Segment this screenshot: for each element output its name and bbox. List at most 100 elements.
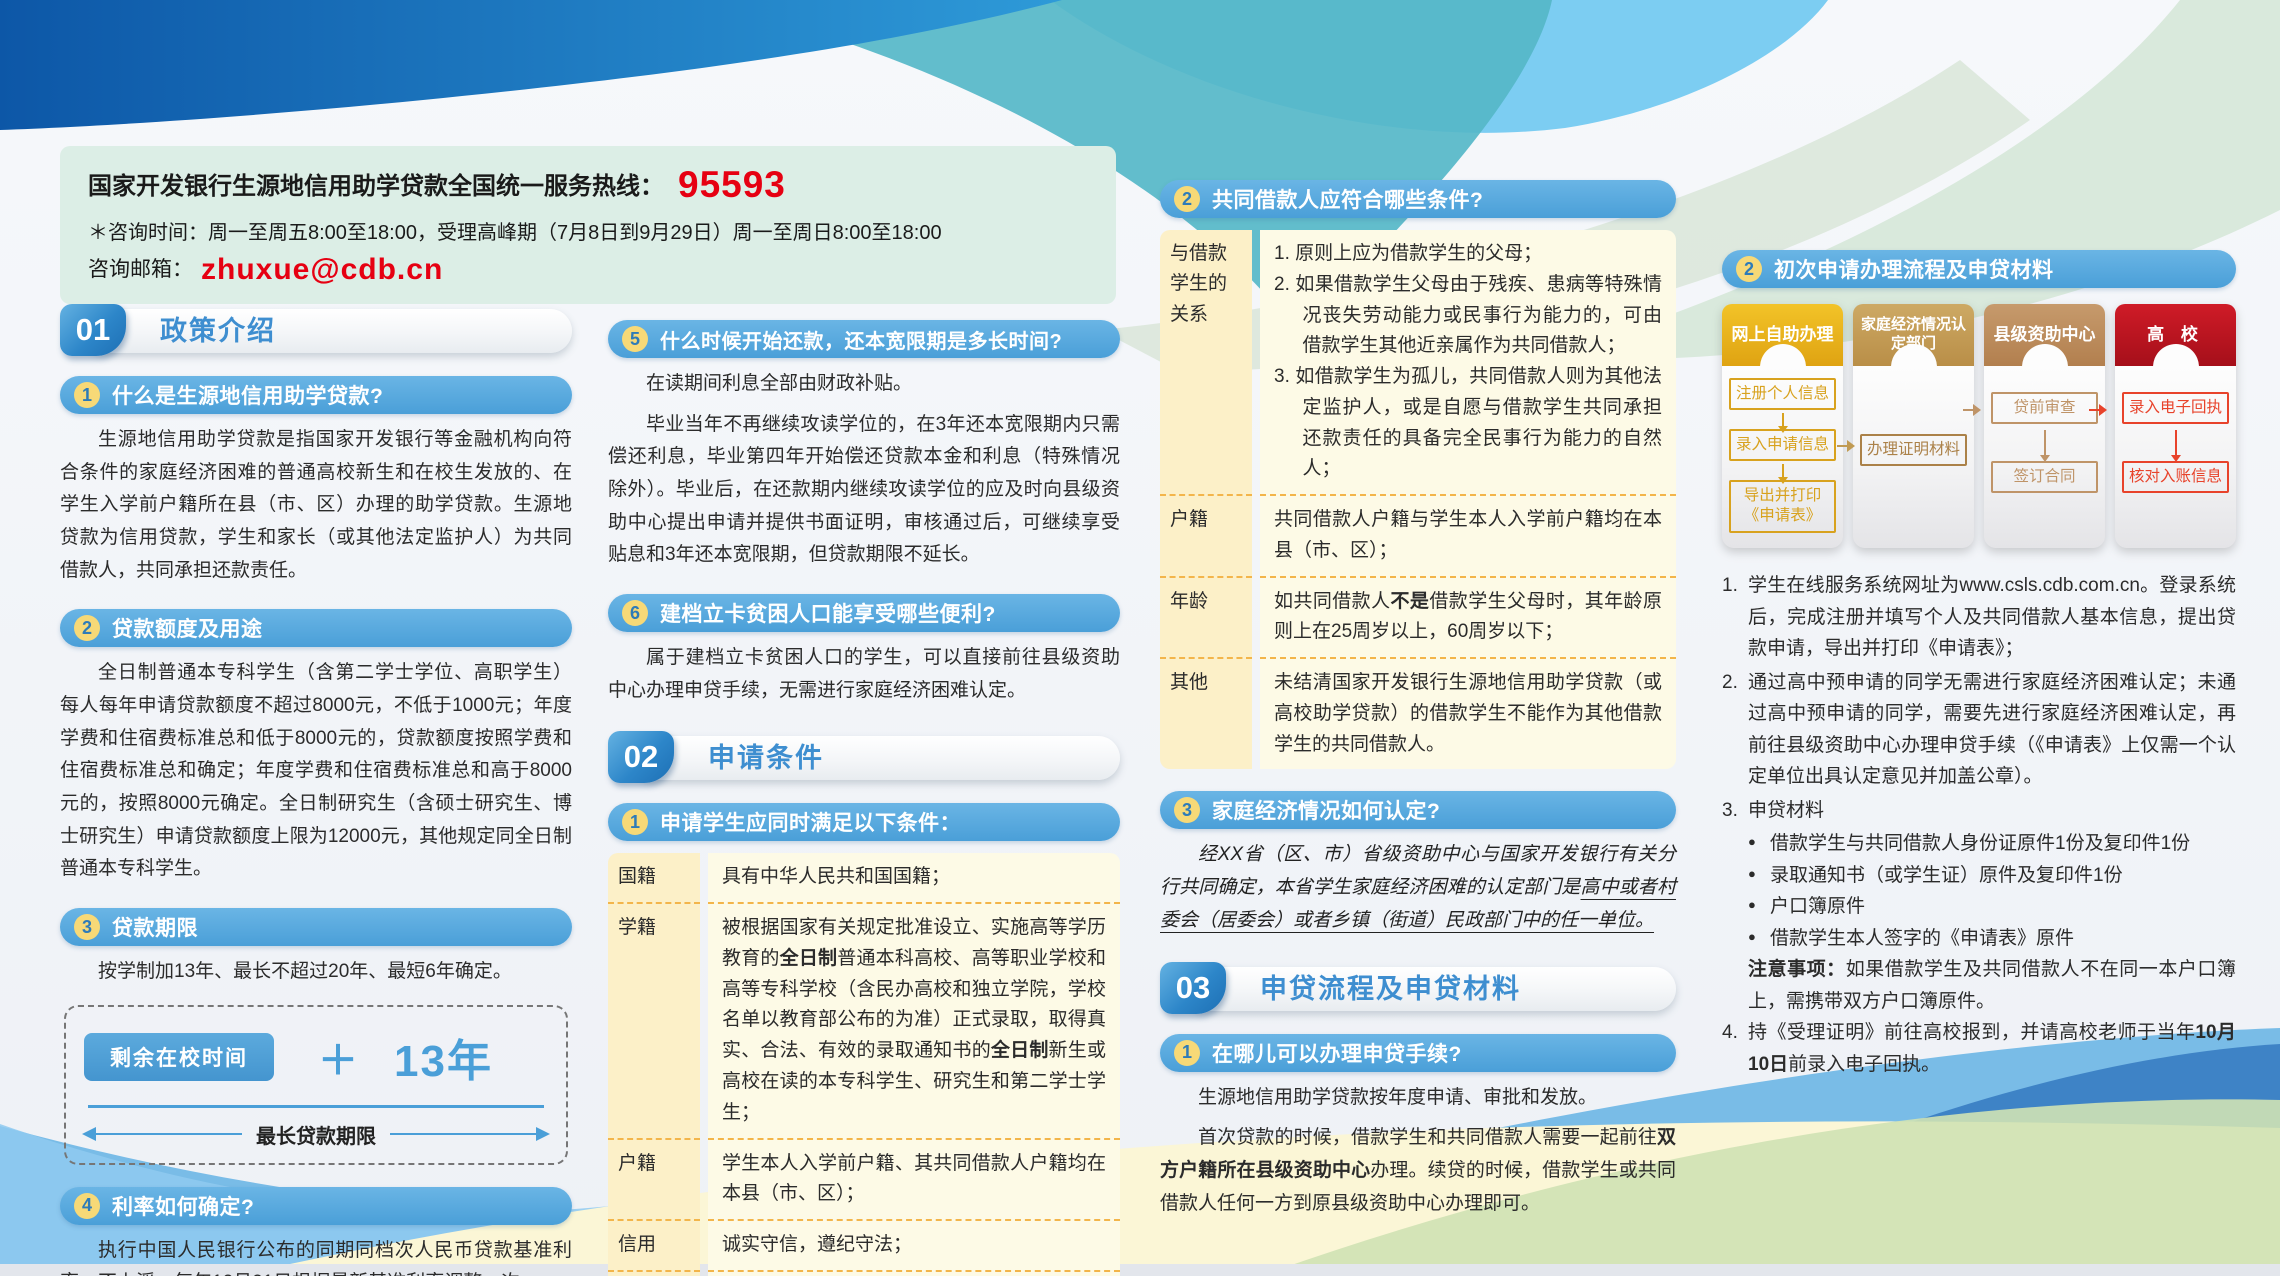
item-number: 1. — [1722, 570, 1748, 665]
question-header-poverty-card: 6 建档立卡贫困人口能享受哪些便利? — [608, 594, 1120, 632]
question-number-badge: 6 — [622, 600, 648, 626]
table-row: 其他 未结清国家开发银行生源地信用助学贷款（或高校助学贷款）的借款学生不能作为其… — [1160, 657, 1676, 769]
question-number-badge: 1 — [1174, 1040, 1200, 1066]
flow-card-university: 高 校 录入电子回执 核对入账信息 — [2115, 304, 2236, 548]
row-label: 年龄 — [1160, 576, 1252, 658]
right-arrow — [390, 1133, 548, 1135]
paragraph-what-is-loan: 生源地信用助学贷款是指国家开发银行等金融机构向符合条件的家庭经济困难的普通高校新… — [60, 424, 572, 587]
question-number-badge: 3 — [74, 914, 100, 940]
question-number-badge: 2 — [1174, 186, 1200, 212]
email-label: 咨询邮箱： — [88, 258, 193, 281]
question-number-badge: 3 — [1174, 797, 1200, 823]
question-number-badge: 4 — [74, 1193, 100, 1219]
section-header-03: 申贷流程及申贷材料 03 — [1160, 964, 1676, 1012]
right-arrow-icon — [2089, 404, 2107, 416]
cosigner-conditions-table: 与借款学生的关系 1. 原则上应为借款学生的父母； 2. 如果借款学生父母由于残… — [1160, 230, 1676, 769]
row-label: 学籍 — [608, 902, 700, 1137]
question-title: 贷款额度及用途 — [112, 613, 263, 643]
question-number-badge: 1 — [74, 382, 100, 408]
flow-card-header: 高 校 — [2115, 304, 2236, 366]
numbered-item-1: 1. 学生在线服务系统网址为www.csls.cdb.com.cn。登录系统后，… — [1722, 570, 2236, 665]
loan-term-formula: 剩余在校时间 ＋ 13年 — [84, 1025, 548, 1089]
table-row: 与借款学生的关系 1. 原则上应为借款学生的父母； 2. 如果借款学生父母由于残… — [1160, 230, 1676, 494]
paragraph-poverty-card: 属于建档立卡贫困人口的学生，可以直接前往县级资助中心办理申贷手续，无需进行家庭经… — [608, 642, 1120, 707]
flow-card-body: 办理证明材料 — [1853, 366, 1974, 548]
paragraph-interest-rate: 执行中国人民银行公布的同期同档次人民币贷款基准利率，不上浮。每年12月21日根据… — [60, 1235, 572, 1276]
question-header-family-assessment: 3 家庭经济情况如何认定? — [1160, 791, 1676, 829]
section-header-02: 申请条件 02 — [608, 733, 1120, 781]
paragraph-family-assessment: 经XX省（区、市）省级资助中心与国家开发银行有关分行共同确定，本省学生家庭经济困… — [1160, 839, 1676, 937]
question-header-repayment: 5 什么时候开始还款，还本宽限期是多长时间? — [608, 320, 1120, 358]
table-row: 年龄 如共同借款人不是借款学生父母时，其年龄原则上在25周岁以上，60周岁以下； — [1160, 576, 1676, 658]
question-header-student-conditions: 1 申请学生应同时满足以下条件： — [608, 803, 1120, 841]
section-number-badge: 03 — [1160, 962, 1226, 1014]
column-cosigner-process: 2 共同借款人应符合哪些条件? 与借款学生的关系 1. 原则上应为借款学生的父母… — [1160, 180, 1676, 1236]
flow-card-header: 网上自助办理 — [1722, 304, 1843, 366]
item-number: 3. — [1722, 795, 1748, 827]
column-first-application: 2 初次申请办理流程及申贷材料 网上自助办理 注册个人信息 录入申请信息 导出并… — [1722, 250, 2236, 1083]
flow-step: 录入申请信息 — [1729, 429, 1836, 461]
max-term-axis: 最长贷款期限 — [84, 1120, 548, 1149]
row-value: 被根据国家有关规定批准设立、实施高等学历教育的全日制普通本科高校、高等职业学校和… — [708, 902, 1120, 1137]
hotline-label: 国家开发银行生源地信用助学贷款全国统一服务热线： — [88, 173, 664, 200]
flow-step: 核对入账信息 — [2122, 461, 2229, 493]
text-segment: 首次贷款的时候，借款学生和共同借款人需要一起前往 — [1198, 1127, 1657, 1148]
bullet-item: ● 录取通知书（或学生证）原件及复印件1份 — [1722, 860, 2236, 892]
list-item: 1. 原则上应为借款学生的父母； — [1274, 239, 1662, 270]
note-line: 注意事项：如果借款学生及共同借款人不在同一本户口簿上，需携带双方户口簿原件。 — [1722, 954, 2236, 1017]
text-segment: 持《受理证明》前往高校报到，并请高校老师于当年 — [1748, 1022, 2195, 1043]
row-label: 户籍 — [1160, 494, 1252, 576]
hotline-hours: ＊咨询时间：周一至周五8:00至18:00，受理高峰期（7月8日到9月29日）周… — [88, 216, 1088, 245]
remaining-school-time-chip: 剩余在校时间 — [84, 1033, 274, 1081]
axis-label: 最长贷款期限 — [256, 1120, 376, 1149]
bullet-text: 借款学生与共同借款人身份证原件1份及复印件1份 — [1770, 828, 2190, 860]
flow-card-body: 录入电子回执 核对入账信息 — [2115, 366, 2236, 548]
bullet-icon: ● — [1748, 891, 1770, 923]
bullet-text: 录取通知书（或学生证）原件及复印件1份 — [1770, 860, 2123, 892]
row-value: 诚实守信，遵纪守法； — [708, 1219, 1120, 1270]
question-title: 贷款期限 — [112, 912, 198, 942]
table-row: 家庭情况 经有权部门认定，家庭经济困难，家庭经济收入不足以支付学生在校期间完成学… — [608, 1270, 1120, 1276]
item-text: 持《受理证明》前往高校报到，并请高校老师于当年10月10日前录入电子回执。 — [1748, 1017, 2236, 1080]
section-title: 政策介绍 — [86, 309, 572, 353]
question-number-badge: 2 — [1736, 256, 1762, 282]
thirteen-years-value: 13年 — [394, 1025, 493, 1089]
row-value: 未结清国家开发银行生源地信用助学贷款（或高校助学贷款）的借款学生不能作为其他借款… — [1260, 657, 1676, 769]
flow-card-body: 注册个人信息 录入申请信息 导出并打印《申请表》 — [1722, 366, 1843, 548]
bullet-icon: ● — [1748, 923, 1770, 955]
question-title: 什么时候开始还款，还本宽限期是多长时间? — [660, 325, 1062, 354]
section-title: 申贷流程及申贷材料 — [1186, 967, 1676, 1011]
loan-term-diagram: 剩余在校时间 ＋ 13年 最长贷款期限 — [64, 1005, 568, 1165]
table-row: 国籍 具有中华人民共和国国籍； — [608, 853, 1120, 902]
row-value: 学生本人入学前户籍、其共同借款人户籍均在本县（市、区）； — [708, 1138, 1120, 1220]
bullet-item: ● 借款学生与共同借款人身份证原件1份及复印件1份 — [1722, 828, 2236, 860]
item-text: 通过高中预申请的同学无需进行家庭经济困难认定；未通过高中预申请的同学，需要先进行… — [1748, 667, 2236, 793]
row-label: 家庭情况 — [608, 1270, 700, 1276]
email-address: zhuxue@cdb.cn — [201, 253, 443, 286]
question-title: 家庭经济情况如何认定? — [1212, 795, 1440, 825]
question-header-loan-term: 3 贷款期限 — [60, 908, 572, 946]
numbered-item-3: 3. 申贷材料 — [1722, 795, 2236, 827]
question-header-where-to-apply: 1 在哪儿可以办理申贷手续? — [1160, 1034, 1676, 1072]
question-header-first-application: 2 初次申请办理流程及申贷材料 — [1722, 250, 2236, 288]
section-number-badge: 01 — [60, 304, 126, 356]
question-header-cosigner-conditions: 2 共同借款人应符合哪些条件? — [1160, 180, 1676, 218]
hotline-email-line: 咨询邮箱： zhuxue@cdb.cn — [88, 253, 1088, 287]
paragraph-where-to-apply-2: 首次贷款的时候，借款学生和共同借款人需要一起前往双方户籍所在县级资助中心办理。续… — [1160, 1122, 1676, 1220]
question-title: 共同借款人应符合哪些条件? — [1212, 184, 1483, 214]
flow-step: 导出并打印《申请表》 — [1729, 480, 1836, 532]
bullet-icon: ● — [1748, 860, 1770, 892]
flow-step: 注册个人信息 — [1729, 378, 1836, 410]
question-number-badge: 2 — [74, 615, 100, 641]
row-label: 信用 — [608, 1219, 700, 1270]
bold-segment: 全日制 — [991, 1040, 1049, 1061]
question-header-loan-amount: 2 贷款额度及用途 — [60, 609, 572, 647]
paragraph-loan-term: 按学制加13年、最长不超过20年、最短6年确定。 — [60, 956, 572, 989]
down-arrow-icon — [1782, 464, 1784, 478]
question-header-interest-rate: 4 利率如何确定? — [60, 1187, 572, 1225]
question-title: 建档立卡贫困人口能享受哪些便利? — [660, 598, 996, 628]
bullet-item: ● 借款学生本人签字的《申请表》原件 — [1722, 923, 2236, 955]
question-title: 利率如何确定? — [112, 1191, 254, 1221]
question-title: 初次申请办理流程及申贷材料 — [1774, 254, 2054, 284]
flow-card-online-self-service: 网上自助办理 注册个人信息 录入申请信息 导出并打印《申请表》 — [1722, 304, 1843, 548]
